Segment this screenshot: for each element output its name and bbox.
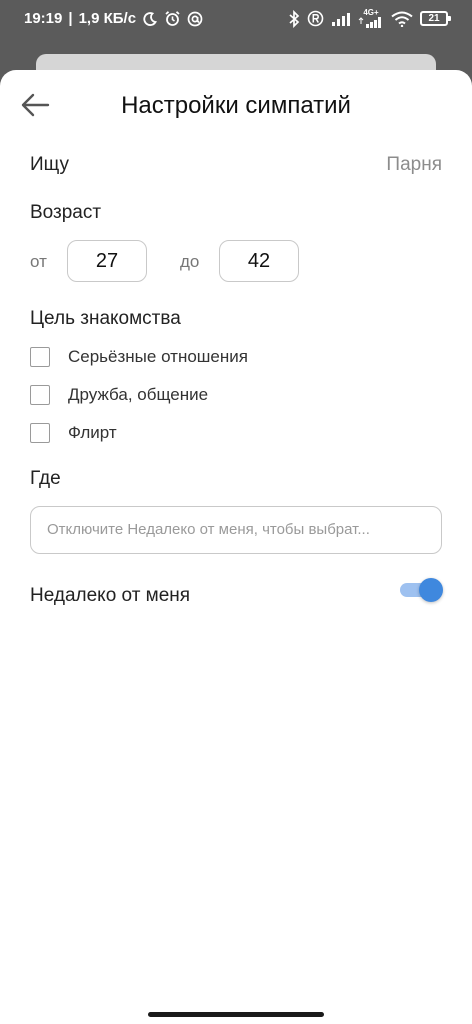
registered-icon [307, 10, 324, 27]
status-time: 19:19 [24, 10, 63, 27]
wifi-icon [391, 11, 413, 27]
nearby-label: Недалеко от меня [30, 585, 191, 606]
status-bar-right: 4G+ 21 [288, 9, 451, 28]
at-icon [187, 11, 203, 27]
bluetooth-icon [288, 9, 300, 28]
goal-option-serious[interactable]: Серьёзные отношения [30, 346, 248, 368]
goal-option-flirt[interactable]: Флирт [30, 422, 117, 444]
age-label: Возраст [30, 202, 102, 223]
seek-label: Ищу [30, 154, 70, 175]
signal-icon [331, 12, 351, 26]
status-bar: 19:19 | 1,9 КБ/с 4G+ 21 [0, 0, 472, 36]
status-speed: 1,9 КБ/с [78, 10, 137, 27]
checkbox[interactable] [30, 385, 50, 405]
settings-sheet: Настройки симпатий Ищу Парня Возраст от … [0, 70, 472, 1024]
goal-option-friendship[interactable]: Дружба, общение [30, 384, 208, 406]
status-separator: | [68, 10, 73, 27]
goal-option-label: Серьёзные отношения [68, 347, 248, 366]
moon-icon [142, 11, 158, 27]
age-to-label: до [180, 252, 200, 271]
age-from-input[interactable]: 27 [67, 240, 147, 282]
age-to-input[interactable]: 42 [219, 240, 299, 282]
signal-4g-icon: 4G+ [358, 9, 384, 28]
goal-label: Цель знакомства [30, 308, 181, 329]
checkbox[interactable] [30, 347, 50, 367]
network-type-label: 4G+ [363, 8, 379, 17]
battery-icon: 21 [420, 11, 451, 26]
home-indicator [148, 1012, 324, 1017]
seek-value[interactable]: Парня [386, 154, 442, 176]
status-bar-left: 19:19 | 1,9 КБ/с [24, 10, 203, 27]
where-label: Где [30, 468, 61, 489]
where-input[interactable]: Отключите Недалеко от меня, чтобы выбрат… [30, 506, 442, 554]
alarm-icon [164, 10, 181, 27]
goal-option-label: Дружба, общение [68, 385, 209, 404]
toggle-thumb [419, 578, 443, 602]
checkbox[interactable] [30, 423, 50, 443]
page-title: Настройки симпатий [121, 92, 351, 119]
age-from-label: от [30, 252, 47, 271]
nearby-toggle[interactable] [400, 578, 444, 602]
goal-option-label: Флирт [68, 423, 117, 442]
